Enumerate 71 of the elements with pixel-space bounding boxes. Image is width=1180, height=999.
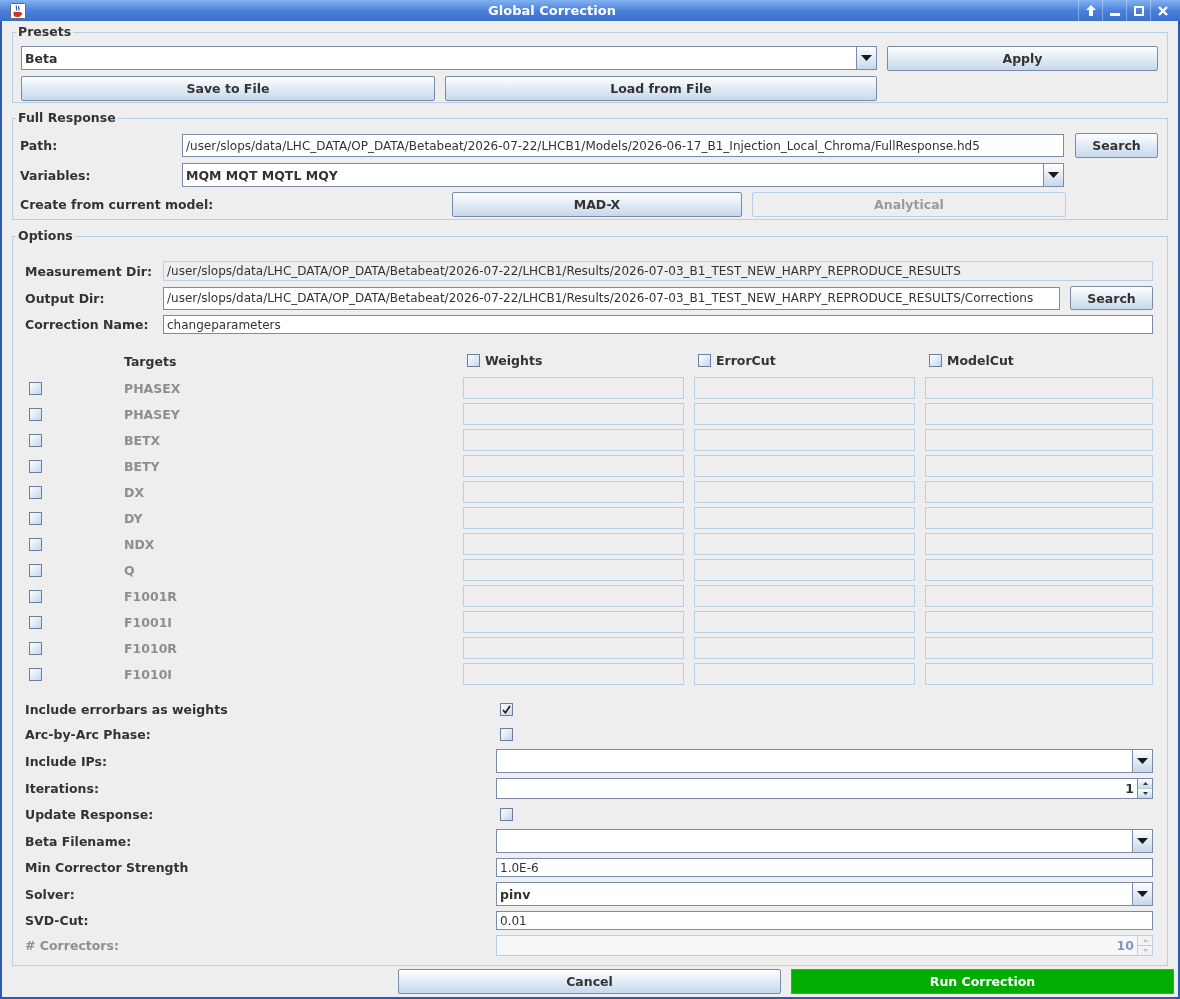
target-label: F1010R (124, 640, 177, 656)
search-button[interactable]: Search (1075, 133, 1158, 158)
checkbox[interactable] (500, 702, 513, 716)
checkbox[interactable] (929, 353, 942, 367)
apply-button[interactable]: Apply (887, 46, 1158, 71)
setting-label: Solver: (25, 886, 75, 902)
target-label: NDX (124, 536, 155, 552)
target-label: F1001I (124, 614, 172, 630)
column-header: Targets (124, 354, 177, 369)
caret-down-icon[interactable] (1138, 788, 1152, 798)
field-label: Variables: (20, 167, 91, 183)
setting-label: Iterations: (25, 781, 99, 796)
group-title: Options (17, 228, 74, 244)
setting-label: Beta Filename: (25, 833, 132, 849)
group-title: Presets (17, 24, 73, 40)
setting-label: Update Response: (25, 806, 154, 822)
dropdown[interactable]: pinv (496, 882, 1153, 906)
column-header: ModelCut (947, 352, 1014, 368)
text-field[interactable]: /user/slops/data/LHC_DATA/OP_DATA/Betabeat/2026-07-22/LHCB1/Results/2026-07-03_B1_TEST_NEW_HARPY_REPRODUCE_RESULTS (163, 261, 1153, 281)
checkbox[interactable] (500, 807, 513, 821)
caret-icon[interactable] (1132, 830, 1152, 852)
target-label: BETY (124, 458, 160, 474)
maximize-icon[interactable] (1133, 5, 1144, 16)
field-label: Path: (20, 138, 58, 153)
target-label: F1010I (124, 666, 172, 682)
cup-icon (10, 2, 26, 19)
window-title: Global Correction (488, 2, 616, 19)
field-label: Correction Name: (25, 317, 149, 332)
model-button[interactable]: MAD-X (452, 192, 742, 217)
load-button[interactable]: Load from File (445, 76, 877, 101)
caret-icon[interactable] (856, 47, 876, 69)
preset-dropdown[interactable]: Beta (21, 46, 877, 70)
setting-label: Min Corrector Strength (25, 860, 189, 875)
field-label: Create from current model: (20, 197, 214, 212)
text-field[interactable]: /user/slops/data/LHC_DATA/OP_DATA/Betabeat/2026-07-22/LHCB1/Results/2026-07-03_B1_TEST_NEW_HARPY_REPRODUCE_RESULTS/Corrections (163, 286, 1060, 310)
setting-label: Include IPs: (25, 753, 107, 769)
checkbox[interactable] (500, 727, 513, 741)
setting-label: # Correctors: (25, 938, 119, 953)
column-header: ErrorCut (716, 352, 776, 368)
setting-label: SVD-Cut: (25, 913, 89, 928)
target-label: Q (124, 562, 135, 578)
minimize-icon[interactable] (1109, 13, 1120, 16)
text-field[interactable]: /user/slops/data/LHC_DATA/OP_DATA/Betabeat/2026-07-22/LHCB1/Models/2026-06-17_B1_Injection_Local_Chroma/FullResponse.hd5 (182, 134, 1064, 157)
field-label: Measurement Dir: (25, 263, 152, 279)
group-title: Full Response (17, 110, 117, 126)
column-header: Weights (485, 352, 543, 368)
text-field[interactable]: 0.01 (496, 911, 1153, 930)
setting-label: Include errorbars as weights (25, 701, 228, 717)
close-icon[interactable] (1157, 5, 1168, 16)
target-label: BETX (124, 432, 161, 448)
target-label: F1001R (124, 588, 177, 604)
cancel-button[interactable]: Cancel (398, 969, 781, 994)
text-field[interactable]: 1.0E-6 (496, 858, 1153, 877)
setting-label: Arc-by-Arc Phase: (25, 726, 151, 742)
field-label: Output Dir: (25, 290, 105, 306)
checkbox[interactable] (698, 353, 711, 367)
caret-up-icon[interactable] (1138, 779, 1152, 788)
target-label: DX (124, 484, 144, 500)
target-label: PHASEX (124, 380, 181, 396)
caret-icon[interactable] (1132, 883, 1152, 905)
text-field[interactable]: changeparameters (163, 315, 1153, 334)
checkbox[interactable] (467, 353, 480, 367)
target-label: PHASEY (124, 406, 180, 422)
target-label: DY (124, 510, 143, 526)
caret-icon[interactable] (1132, 750, 1152, 772)
search-button[interactable]: Search (1070, 286, 1153, 310)
save-button[interactable]: Save to File (21, 76, 435, 101)
caret-icon[interactable] (1043, 164, 1063, 186)
variables-dropdown[interactable]: MQM MQT MQTL MQY (182, 163, 1064, 187)
up-arrow-icon[interactable] (1085, 5, 1096, 16)
number-spinner[interactable]: 1 (496, 778, 1153, 799)
